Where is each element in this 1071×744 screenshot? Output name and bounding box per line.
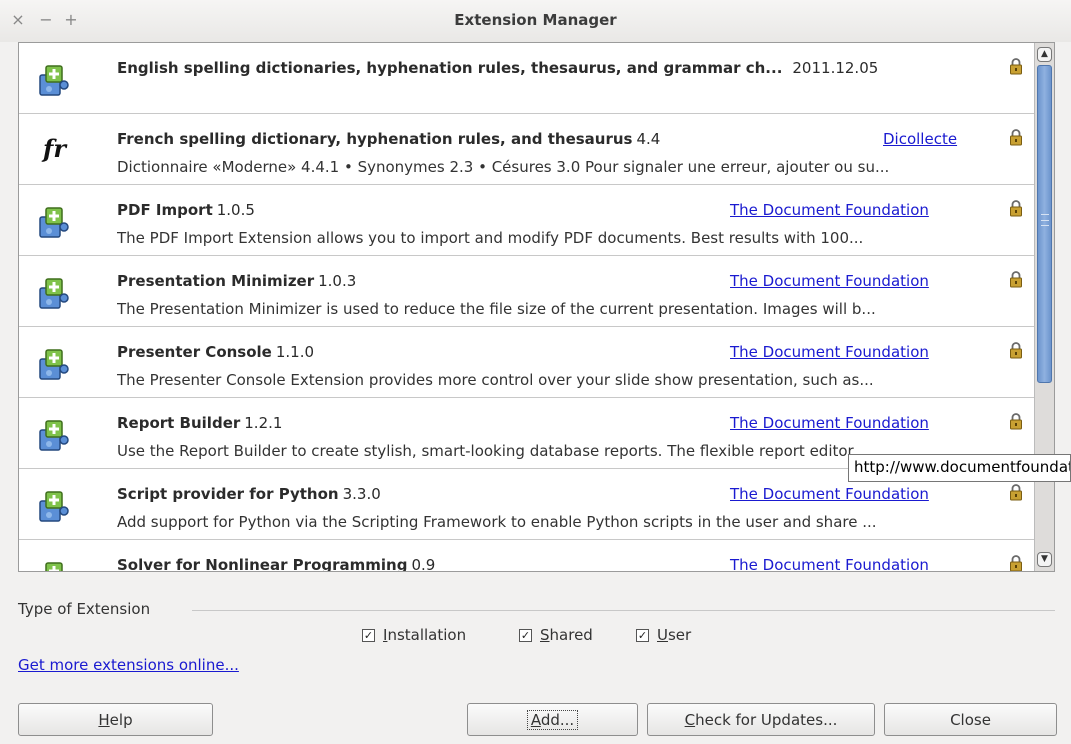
- extension-name: French spelling dictionary, hyphenation …: [117, 130, 661, 148]
- lock-icon: [1009, 128, 1023, 146]
- installation-checkbox[interactable]: ✓ Installation: [362, 626, 466, 644]
- extension-row[interactable]: PDF Import 1.0.5 The Document Foundation Th…: [19, 185, 1035, 256]
- checkbox-checked-icon[interactable]: ✓: [636, 628, 649, 642]
- scroll-down-button[interactable]: ▼: [1037, 552, 1052, 567]
- window-title: Extension Manager: [454, 11, 617, 29]
- extension-description: Dictionnaire «Moderne» 4.4.1 • Synonymes…: [117, 158, 890, 176]
- scroll-up-button[interactable]: ▲: [1037, 47, 1052, 62]
- lock-icon: [1009, 270, 1023, 288]
- publisher-link[interactable]: The Document Foundation: [730, 556, 929, 571]
- check-for-updates-button[interactable]: Check for Updates...: [647, 703, 875, 736]
- puzzle-icon: [37, 560, 71, 571]
- extension-description: The Presenter Console Extension provides…: [117, 371, 874, 389]
- extension-name: PDF Import 1.0.5: [117, 201, 255, 219]
- extension-name: Solver for Nonlinear Programming 0.9: [117, 556, 436, 572]
- extension-name: Script provider for Python 3.3.0: [117, 485, 381, 503]
- fr-icon: fr: [43, 134, 66, 163]
- extension-description: Add support for Python via the Scripting…: [117, 513, 877, 531]
- extension-row[interactable]: English spelling dictionaries, hyphenati…: [19, 43, 1035, 114]
- extension-name: English spelling dictionaries, hyphenati…: [117, 59, 879, 77]
- shared-checkbox-label: Shared: [540, 626, 593, 644]
- publisher-link[interactable]: The Document Foundation: [730, 485, 929, 503]
- lock-icon: [1009, 199, 1023, 217]
- lock-icon: [1009, 57, 1023, 75]
- user-checkbox[interactable]: ✓ User: [636, 626, 691, 644]
- add-button[interactable]: Add...: [467, 703, 638, 736]
- puzzle-icon: [37, 205, 71, 239]
- puzzle-icon: [37, 489, 71, 523]
- publisher-link[interactable]: The Document Foundation: [730, 414, 929, 432]
- puzzle-icon: [37, 276, 71, 310]
- extension-version: 4.4: [636, 130, 661, 148]
- help-button[interactable]: Help: [18, 703, 213, 736]
- extension-name: Report Builder 1.2.1: [117, 414, 283, 432]
- extension-list[interactable]: English spelling dictionaries, hyphenati…: [18, 42, 1055, 572]
- extension-version: 1.1.0: [275, 343, 315, 361]
- type-of-extension-label: Type of Extension: [18, 600, 151, 618]
- user-checkbox-label: User: [657, 626, 692, 644]
- checkbox-checked-icon[interactable]: ✓: [519, 628, 532, 642]
- extension-description: The Presentation Minimizer is used to re…: [117, 300, 876, 318]
- installation-checkbox-label: Installation: [383, 626, 467, 644]
- extension-version: 1.0.3: [318, 272, 357, 290]
- scroll-thumb[interactable]: [1037, 65, 1052, 383]
- extension-version: 1.0.5: [216, 201, 255, 219]
- publisher-link[interactable]: Dicollecte: [883, 130, 957, 148]
- lock-icon: [1009, 483, 1023, 501]
- vertical-scrollbar[interactable]: ▲ ▼: [1034, 43, 1054, 571]
- close-button[interactable]: Close: [884, 703, 1057, 736]
- extension-name: Presentation Minimizer 1.0.3: [117, 272, 357, 290]
- extension-version: 3.3.0: [342, 485, 381, 503]
- extension-rows: English spelling dictionaries, hyphenati…: [19, 43, 1035, 572]
- extension-row[interactable]: Presenter Console 1.1.0 The Document Found…: [19, 327, 1035, 398]
- puzzle-icon: [37, 418, 71, 452]
- extension-row[interactable]: Presentation Minimizer 1.0.3 The Document …: [19, 256, 1035, 327]
- lock-icon: [1009, 341, 1023, 359]
- extension-description: The PDF Import Extension allows you to i…: [117, 229, 864, 247]
- publisher-link[interactable]: The Document Foundation: [730, 343, 929, 361]
- lock-icon: [1009, 412, 1023, 430]
- checkbox-checked-icon[interactable]: ✓: [362, 628, 375, 642]
- extension-version: 2011.12.05: [792, 59, 879, 77]
- puzzle-icon: [37, 347, 71, 381]
- shared-checkbox[interactable]: ✓ Shared: [519, 626, 593, 644]
- get-more-extensions-link[interactable]: Get more extensions online...: [18, 656, 239, 674]
- publisher-link[interactable]: The Document Foundation: [730, 201, 929, 219]
- extension-name: Presenter Console 1.1.0: [117, 343, 315, 361]
- extension-version: 0.9: [411, 556, 436, 572]
- puzzle-icon: [37, 63, 71, 97]
- extension-row[interactable]: Solver for Nonlinear Programming 0.9 The D…: [19, 540, 1035, 572]
- section-divider: [192, 610, 1055, 611]
- publisher-url-tooltip: http://www.documentfoundation.org: [848, 454, 1071, 482]
- extension-version: 1.2.1: [244, 414, 283, 432]
- title-bar: × − + Extension Manager: [0, 0, 1071, 42]
- publisher-link[interactable]: The Document Foundation: [730, 272, 929, 290]
- lock-icon: [1009, 554, 1023, 571]
- extension-row[interactable]: fr French spelling dictionary, hyphenatio…: [19, 114, 1035, 185]
